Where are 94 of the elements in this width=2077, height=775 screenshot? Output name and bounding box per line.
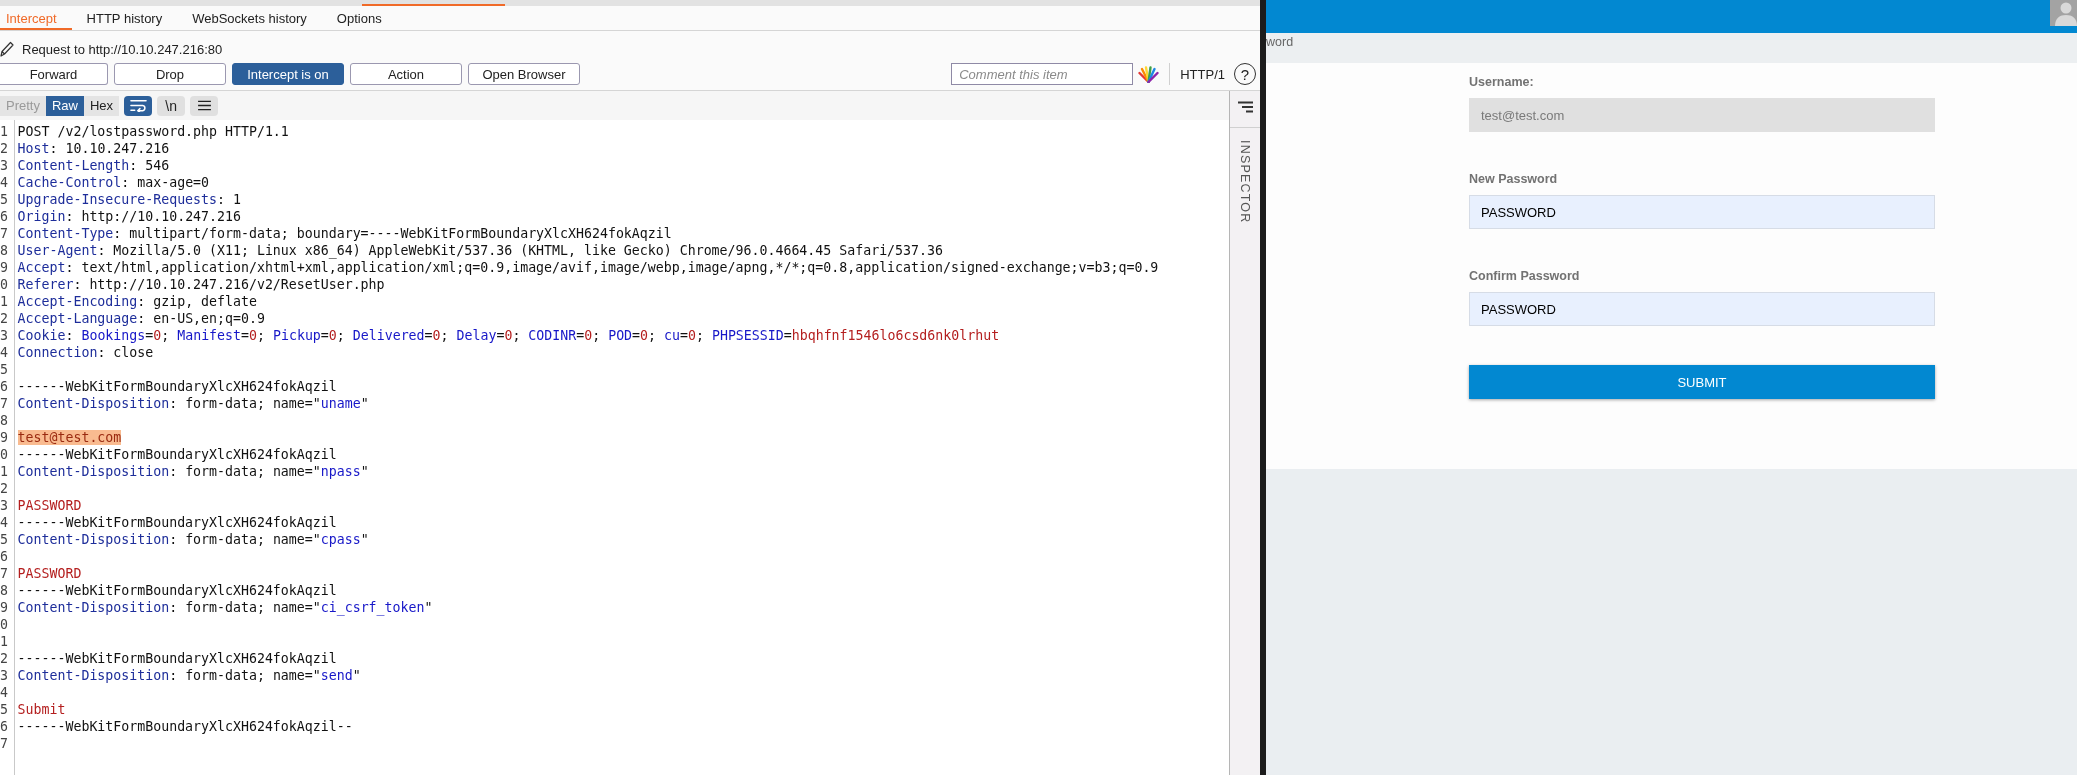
request-target: Request to http://10.10.247.216:80 — [22, 41, 223, 57]
action-button[interactable]: Intercept is on — [232, 63, 344, 85]
comment-field[interactable]: Comment this item — [951, 63, 1134, 85]
line-number: 1 — [0, 294, 8, 309]
code-line: Content-Disposition: form-data; name="uname" — [17, 396, 369, 411]
line-number: 1 — [0, 464, 8, 479]
code-line: PASSWORD — [17, 566, 82, 581]
action-button[interactable]: Forward — [0, 63, 108, 85]
code-line: ------WebKitFormBoundaryXlcXH624fokAqzil — [17, 447, 337, 462]
line-number: 4 — [0, 515, 8, 530]
line-number: 0 — [0, 617, 8, 632]
code-line: POST /v2/lostpassword.php HTTP/1.1 — [17, 124, 289, 139]
fan-icon[interactable] — [1138, 65, 1160, 83]
code-line: Content-Disposition: form-data; name="npass" — [17, 464, 369, 479]
code-line: Content-Disposition: form-data; name="send" — [17, 668, 361, 683]
menu-button[interactable] — [190, 95, 219, 116]
code-line: Upgrade-Insecure-Requests: 1 — [17, 192, 241, 207]
code-line: Content-Type: multipart/form-data; boundary=----WebKitFormBoundaryXlcXH624fokAqzil — [17, 226, 672, 241]
line-number: 0 — [0, 447, 8, 462]
menu-icon — [196, 100, 212, 111]
code-line: Content-Disposition: form-data; name="cpass" — [17, 532, 369, 547]
line-number: 1 — [0, 124, 8, 139]
line-number: 2 — [0, 481, 8, 496]
view-tab[interactable]: Hex — [84, 95, 120, 116]
action-button[interactable]: Action — [350, 63, 462, 85]
line-number: 7 — [0, 736, 8, 751]
field-label: New Password — [1469, 171, 1559, 187]
line-number: 3 — [0, 498, 8, 513]
line-number: 8 — [0, 583, 8, 598]
code-line: Accept-Encoding: gzip, deflate — [17, 294, 257, 309]
code-line: User-Agent: Mozilla/5.0 (X11; Linux x86_64) AppleWebKit/537.36 (KHTML, like Gecko) Chrome/96.0.4664.45 Safari/537.36 — [17, 243, 943, 258]
inspector-tab[interactable]: INSPECTOR — [1238, 140, 1252, 224]
line-number: 5 — [0, 532, 8, 547]
line-number: 7 — [0, 566, 8, 581]
line-number: 2 — [0, 141, 8, 156]
wrap-toggle[interactable] — [124, 95, 153, 116]
protocol-button[interactable]: HTTP/1 — [1180, 66, 1225, 82]
tab[interactable]: Options — [321, 6, 397, 30]
action-button[interactable]: Drop — [114, 63, 226, 85]
wrap-icon — [129, 99, 147, 112]
field-label: Username: — [1469, 74, 1535, 90]
action-button[interactable]: Open Browser — [468, 63, 580, 85]
code-line: ------WebKitFormBoundaryXlcXH624fokAqzil-- — [17, 719, 353, 734]
text-field[interactable]: PASSWORD — [1469, 292, 1935, 326]
code-line: Accept: text/html,application/xhtml+xml,application/xml;q=0.9,image/avif,image/webp,image/apng,*/*;q=0.8,application/signed-exchange;v=b3;q=0.9 — [17, 260, 1159, 275]
line-number: 4 — [0, 685, 8, 700]
code-line: ------WebKitFormBoundaryXlcXH624fokAqzil — [17, 583, 337, 598]
field-label: Confirm Password — [1469, 268, 1581, 284]
line-number: 4 — [0, 345, 8, 360]
line-number: 5 — [0, 192, 8, 207]
code-line: ------WebKitFormBoundaryXlcXH624fokAqzil — [17, 379, 337, 394]
code-line: ------WebKitFormBoundaryXlcXH624fokAqzil — [17, 515, 337, 530]
line-number: 3 — [0, 158, 8, 173]
view-tab[interactable]: Raw — [45, 95, 84, 116]
line-number: 1 — [0, 634, 8, 649]
line-number: 6 — [0, 379, 8, 394]
line-number: 6 — [0, 549, 8, 564]
code-line: Content-Length: 546 — [17, 158, 170, 173]
line-number: 9 — [0, 600, 8, 615]
pencil-icon — [0, 41, 14, 57]
code-line: Content-Disposition: form-data; name="ci_csrf_token" — [17, 600, 433, 615]
line-number: 0 — [0, 277, 8, 292]
code-line: ------WebKitFormBoundaryXlcXH624fokAqzil — [17, 651, 337, 666]
tab[interactable]: HTTP history — [71, 6, 178, 30]
line-number: 8 — [0, 413, 8, 428]
line-number: 6 — [0, 719, 8, 734]
code-line: Referer: http://10.10.247.216/v2/ResetUser.php — [17, 277, 385, 292]
line-number: 4 — [0, 175, 8, 190]
line-number: 5 — [0, 362, 8, 377]
line-number: 8 — [0, 243, 8, 258]
code-line: Submit — [17, 702, 66, 717]
code-line: Accept-Language: en-US,en;q=0.9 — [17, 311, 265, 326]
code-line: Origin: http://10.10.247.216 — [17, 209, 241, 224]
code-line: Connection: close — [17, 345, 154, 360]
line-number: 9 — [0, 260, 8, 275]
line-number: 3 — [0, 668, 8, 683]
submit-button[interactable]: SUBMIT — [1469, 365, 1935, 399]
line-number: 7 — [0, 396, 8, 411]
line-number: 3 — [0, 328, 8, 343]
line-number: 7 — [0, 226, 8, 241]
tab[interactable]: WebSockets history — [177, 6, 322, 30]
text-field[interactable]: PASSWORD — [1469, 195, 1935, 229]
breadcrumb-text: word — [1266, 35, 1294, 49]
line-number: 9 — [0, 430, 8, 445]
code-line: Cookie: Bookings=0; Manifest=0; Pickup=0; Delivered=0; Delay=0; CODINR=0; POD=0; cu=0; PHPSESSID=hbqhfnf1546lo6csd6nk0lrhut — [17, 328, 1000, 343]
line-number: 6 — [0, 209, 8, 224]
line-number: 5 — [0, 702, 8, 717]
code-line: PASSWORD — [17, 498, 82, 513]
code-line: Host: 10.10.247.216 — [17, 141, 170, 156]
newline-toggle[interactable]: \n — [157, 95, 186, 116]
line-number: 2 — [0, 311, 8, 326]
code-line: Cache-Control: max-age=0 — [17, 175, 210, 190]
lines-icon[interactable] — [1236, 101, 1254, 113]
line-number: 2 — [0, 651, 8, 666]
